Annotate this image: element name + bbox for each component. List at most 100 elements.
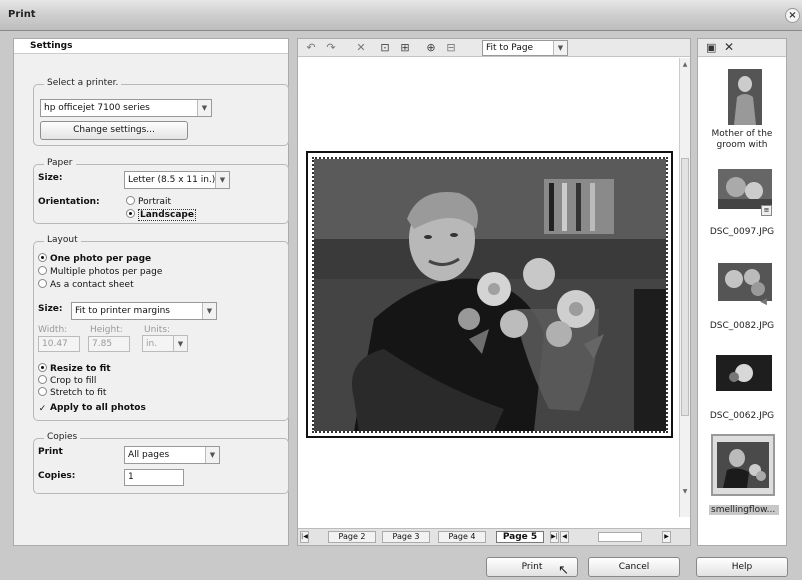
resize-to-fit-label: Resize to fit	[50, 364, 111, 374]
page-prev-icon[interactable]: ◀	[560, 531, 569, 543]
chevron-down-icon: ▼	[205, 447, 219, 463]
page-tab-current[interactable]: Page 5	[496, 531, 544, 543]
one-photo-radio[interactable]: One photo per page	[38, 253, 151, 264]
printer-legend: Select a printer.	[44, 78, 122, 88]
page-next-icon[interactable]: ▶|	[550, 531, 559, 543]
thumbnail-caption: smellingflow...	[709, 505, 779, 515]
stretch-to-fit-radio[interactable]: Stretch to fit	[38, 387, 106, 398]
thumbnail-image	[718, 169, 772, 209]
caption-note-icon[interactable]: ≡	[761, 205, 772, 216]
help-button[interactable]: Help	[696, 557, 788, 577]
pan-icon[interactable]: ⊟	[444, 41, 458, 55]
rotate-right-icon[interactable]: ↷	[324, 41, 338, 55]
radio-icon	[38, 387, 47, 396]
orientation-label: Orientation:	[38, 197, 100, 207]
multiple-photos-label: Multiple photos per page	[50, 267, 163, 277]
thumbnail-image	[718, 263, 772, 301]
multiple-photos-radio[interactable]: Multiple photos per page	[38, 266, 162, 277]
vertical-scrollbar[interactable]: ▲ ▼	[679, 58, 690, 517]
width-label: Width:	[38, 325, 68, 335]
units-select: in. ▼	[142, 335, 188, 352]
paper-group: Paper Size: Letter (8.5 x 11 in.) ▼ Orie…	[33, 158, 289, 224]
chevron-down-icon: ▼	[173, 336, 187, 351]
layout-size-select[interactable]: Fit to printer margins ▼	[71, 302, 217, 320]
mouse-cursor-icon: ↖	[558, 563, 569, 578]
zoom-icon[interactable]: ⊕	[424, 41, 438, 55]
scroll-up-icon[interactable]: ▲	[680, 60, 690, 70]
radio-selected-icon	[126, 209, 135, 218]
printer-select[interactable]: hp officejet 7100 series ▼	[40, 99, 212, 117]
copies-label: Copies:	[38, 471, 76, 481]
resize-to-fit-radio[interactable]: Resize to fit	[38, 363, 111, 374]
copies-input[interactable]: 1	[124, 469, 184, 486]
window-title: Print	[8, 9, 36, 20]
cancel-button[interactable]: Cancel	[588, 557, 680, 577]
actual-size-icon[interactable]: ⊞	[398, 41, 412, 55]
apply-all-checkbox[interactable]: ✓ Apply to all photos	[38, 403, 146, 414]
preview-canvas	[298, 58, 679, 512]
page-tab[interactable]: Page 2	[328, 531, 376, 543]
cancel-button-label: Cancel	[618, 562, 650, 572]
height-input: 7.85	[88, 336, 130, 352]
width-input: 10.47	[38, 336, 80, 352]
print-dialog: Settings Select a printer. hp officejet …	[0, 31, 802, 580]
tray-photo-icon[interactable]: ▣	[706, 41, 716, 54]
radio-icon	[38, 375, 47, 384]
radio-selected-icon	[38, 253, 47, 262]
paper-size-select[interactable]: Letter (8.5 x 11 in.) ▼	[124, 171, 230, 189]
scroll-down-icon[interactable]: ▼	[680, 487, 690, 497]
selection-frame	[711, 434, 775, 496]
checkmark-icon: ✓	[38, 404, 47, 414]
page-tabs-bar: |◀ Page 2 Page 3 Page 4 Page 5 ▶| ◀ ▶	[298, 528, 690, 545]
portrait-label: Portrait	[138, 197, 172, 207]
contact-sheet-radio[interactable]: As a contact sheet	[38, 279, 134, 290]
remove-photo-icon[interactable]: ✕	[724, 40, 734, 54]
close-icon[interactable]: ×	[785, 8, 800, 23]
orientation-landscape-radio[interactable]: Landscape	[126, 209, 196, 221]
layout-size-label: Size:	[38, 304, 63, 314]
units-label: Units:	[144, 325, 171, 335]
printable-area	[312, 157, 668, 433]
thumbnail-caption: DSC_0062.JPG	[709, 411, 775, 421]
print-range-label: Print	[38, 447, 63, 457]
print-range-value: All pages	[128, 450, 170, 460]
audio-note-icon[interactable]: ◀	[760, 297, 767, 307]
horizontal-scroll-thumb[interactable]	[598, 532, 642, 542]
rotate-left-icon[interactable]: ↶	[304, 41, 318, 55]
layout-legend: Layout	[44, 235, 81, 245]
radio-icon	[38, 279, 47, 288]
thumbnail-caption: Mother of the	[711, 129, 773, 139]
printer-group: Select a printer. hp officejet 7100 seri…	[33, 78, 289, 146]
photo-tray: ▣ ✕ Mother of the groom with ≡ DSC_0097.…	[697, 38, 787, 546]
chevron-down-icon: ▼	[202, 303, 216, 319]
thumbnail-caption: DSC_0082.JPG	[709, 321, 775, 331]
page-last-icon[interactable]: ▶	[662, 531, 671, 543]
copies-group: Copies Print All pages ▼ Copies: 1	[33, 432, 289, 494]
apply-all-label: Apply to all photos	[50, 403, 146, 413]
chevron-down-icon: ▼	[197, 100, 211, 116]
tray-toolbar: ▣ ✕	[698, 39, 786, 57]
settings-header: Settings	[14, 39, 288, 54]
change-settings-button[interactable]: Change settings...	[40, 121, 188, 140]
settings-panel: Settings Select a printer. hp officejet …	[13, 38, 289, 546]
preview-panel: ↶ ↷ ✕ ⊡ ⊞ ⊕ ⊟ Fit to Page ▼ ▲ ▼ |◀ Page …	[297, 38, 691, 546]
zoom-select[interactable]: Fit to Page ▼	[482, 40, 568, 56]
delete-icon[interactable]: ✕	[354, 41, 368, 55]
page-tab[interactable]: Page 3	[382, 531, 430, 543]
page-tab[interactable]: Page 4	[438, 531, 486, 543]
thumbnail-image	[716, 355, 772, 391]
preview-toolbar: ↶ ↷ ✕ ⊡ ⊞ ⊕ ⊟ Fit to Page ▼	[298, 39, 690, 57]
page-outline	[306, 151, 673, 438]
fit-page-icon[interactable]: ⊡	[378, 41, 392, 55]
crop-to-fill-radio[interactable]: Crop to fill	[38, 375, 96, 386]
chevron-down-icon: ▼	[215, 172, 229, 188]
thumbnail-image	[717, 442, 769, 488]
paper-size-value: Letter (8.5 x 11 in.)	[128, 175, 216, 185]
print-range-select[interactable]: All pages ▼	[124, 446, 220, 464]
scroll-thumb[interactable]	[681, 158, 689, 416]
radio-icon	[126, 196, 135, 205]
title-bar: Print ×	[0, 0, 802, 31]
width-value: 10.47	[42, 339, 68, 349]
orientation-portrait-radio[interactable]: Portrait	[126, 196, 171, 207]
page-first-icon[interactable]: |◀	[300, 531, 309, 543]
